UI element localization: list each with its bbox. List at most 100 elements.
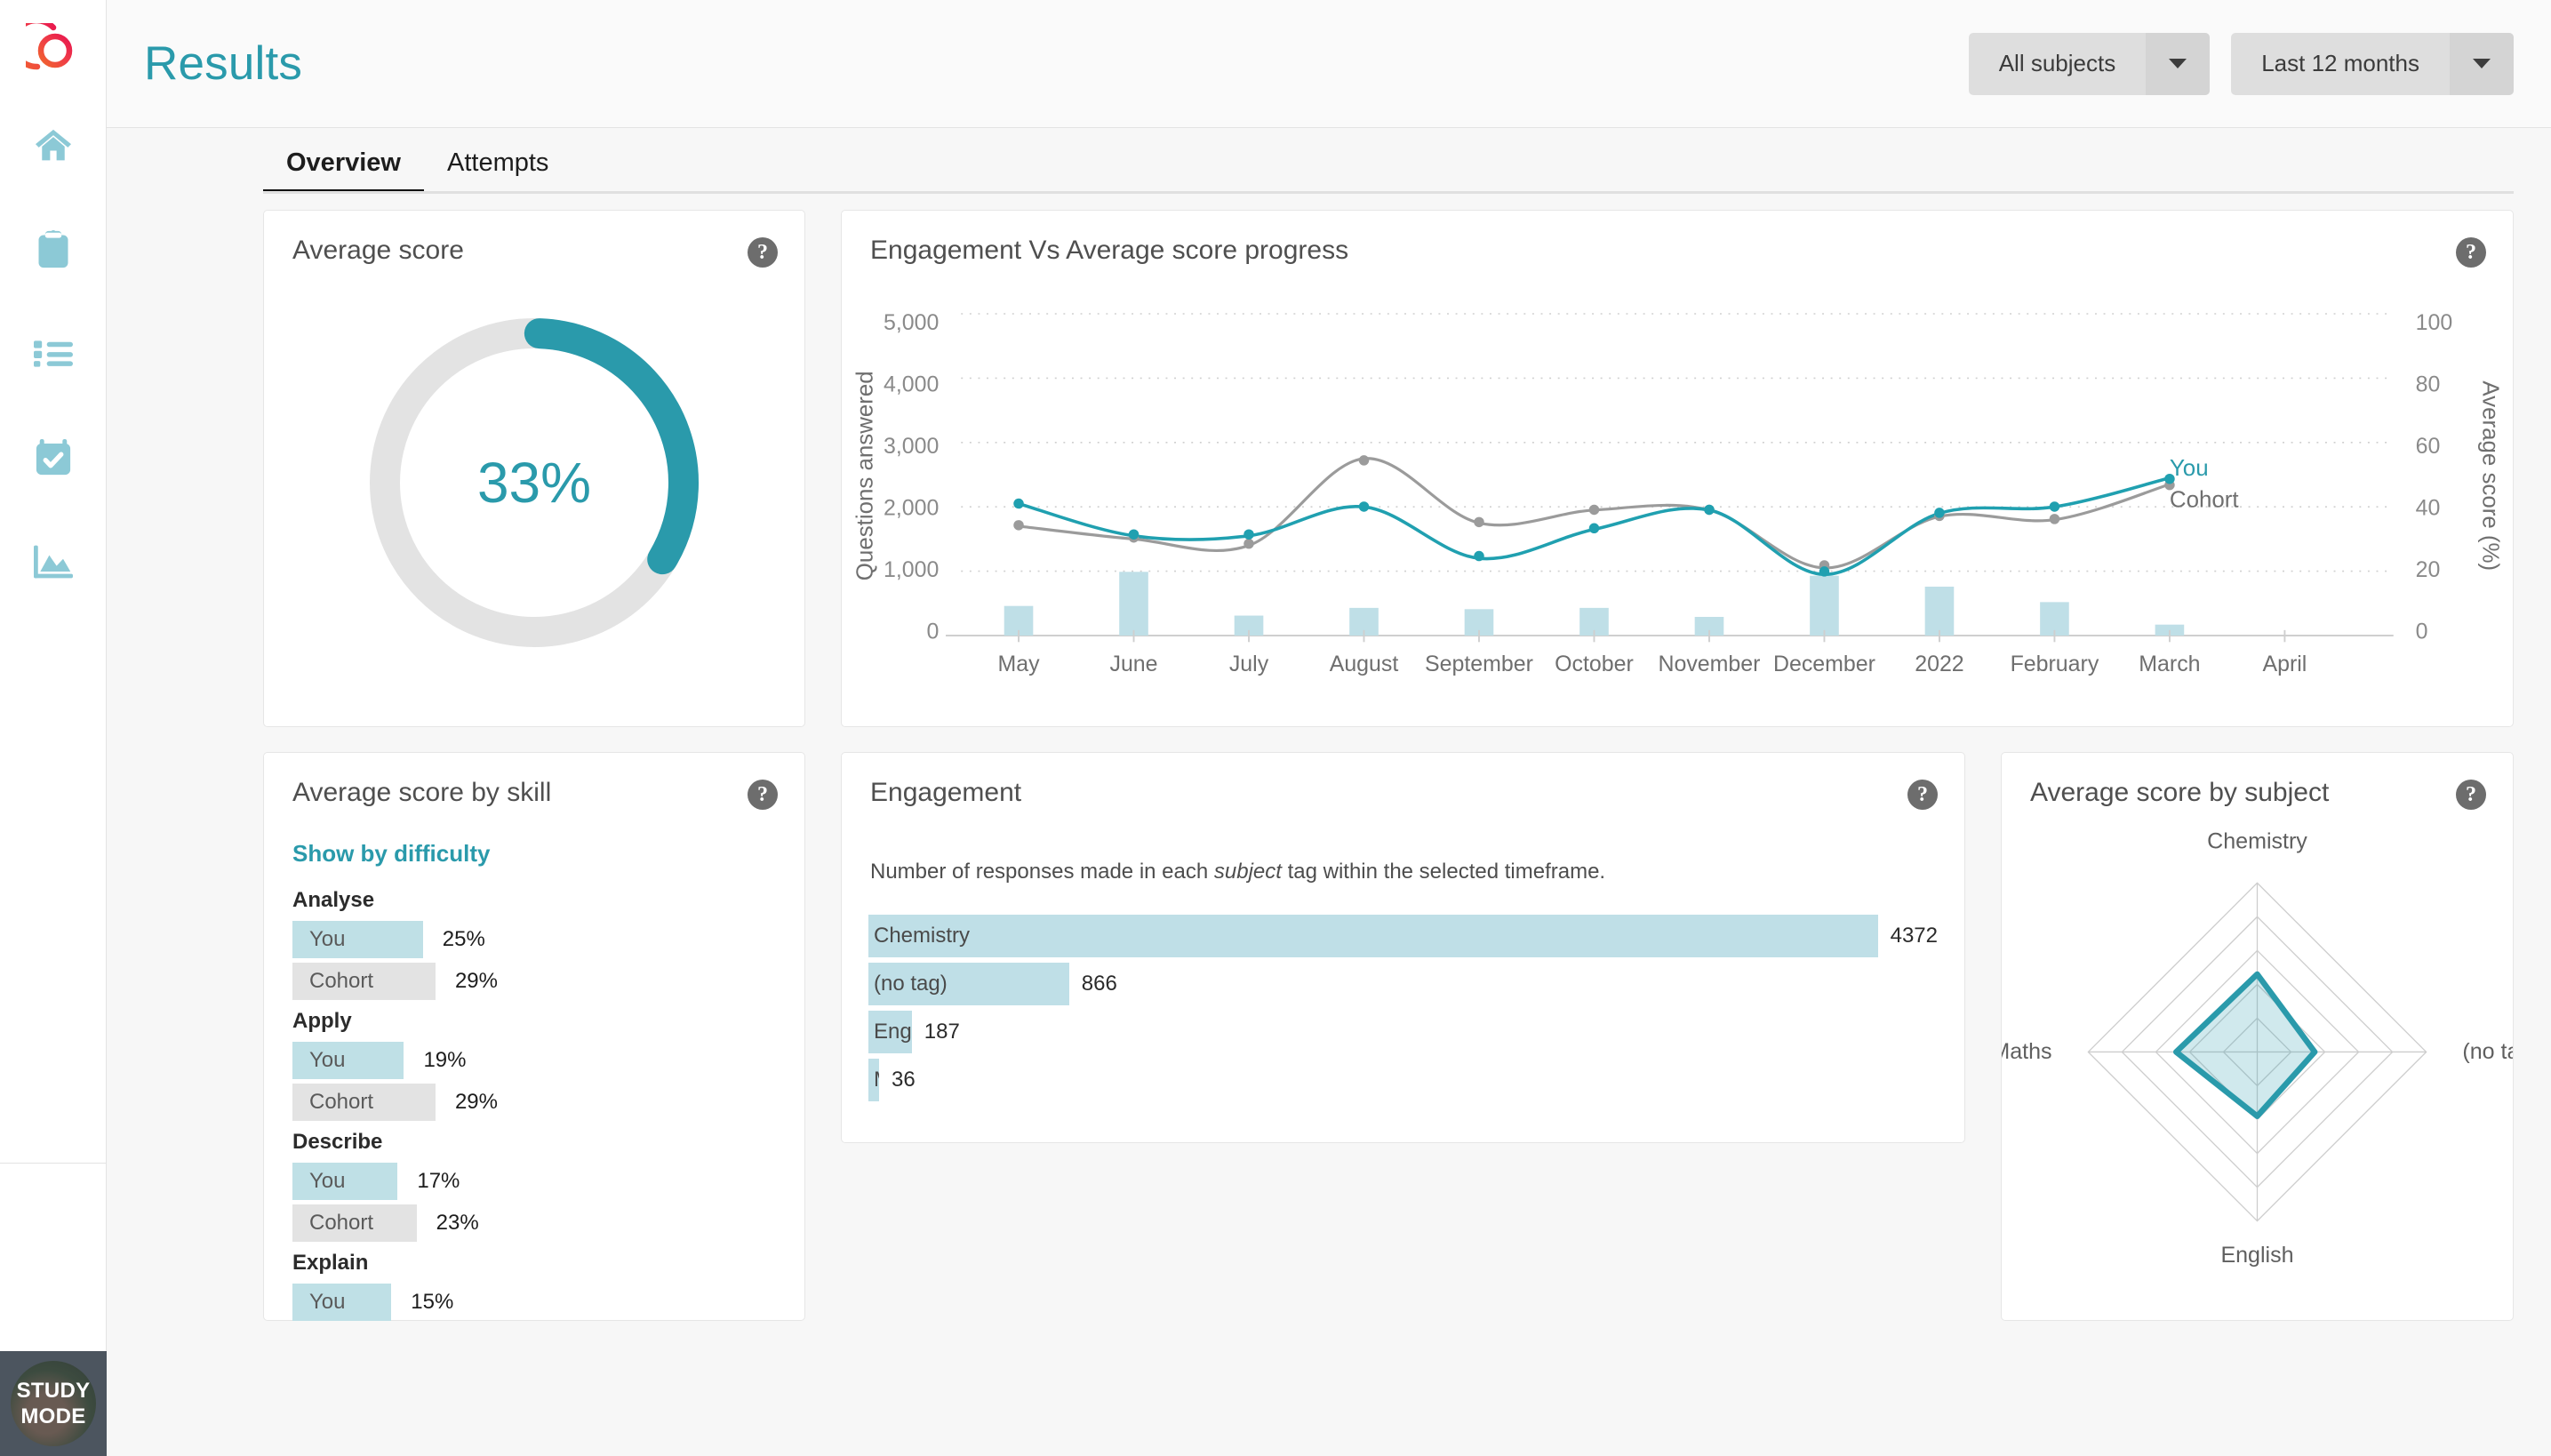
help-circle-icon[interactable]: ? [748, 780, 778, 810]
svg-text:September: September [1425, 652, 1533, 676]
svg-text:60: 60 [2416, 434, 2441, 459]
study-mode-badge[interactable]: STUDY MODE [0, 1351, 107, 1456]
calendar-check-icon [35, 439, 72, 476]
svg-text:August: August [1330, 652, 1399, 676]
skill-bar-you: You [292, 1042, 404, 1079]
topbar-filters: All subjects Last 12 months [1968, 32, 2514, 95]
card-title: Engagement [870, 778, 1022, 807]
card-title: Average score by skill [292, 778, 552, 807]
engagement-value: 866 [1081, 972, 1117, 996]
svg-text:December: December [1773, 652, 1875, 676]
sidebar-nav [25, 117, 82, 590]
dashboard-content: Average score ? 33% Engagement Vs Averag… [107, 194, 2551, 1456]
subject-filter-dropdown[interactable]: All subjects [1968, 32, 2211, 95]
help-circle-icon[interactable]: ? [2456, 237, 2486, 268]
skill-name: Analyse [292, 888, 375, 912]
svg-text:Chemistry: Chemistry [2207, 828, 2307, 853]
svg-text:4,000: 4,000 [884, 372, 939, 397]
engagement-value: 187 [924, 1020, 960, 1044]
page-title: Results [144, 37, 303, 90]
dashboard-row-1: Average score ? 33% Engagement Vs Averag… [263, 210, 2514, 727]
tabs-bar: Overview Attempts [107, 128, 2551, 194]
chevron-down-icon[interactable] [2146, 32, 2211, 95]
tab-attempts[interactable]: Attempts [424, 148, 572, 194]
sidebar-item-results[interactable] [25, 533, 82, 590]
card-title: Average score by subject [2030, 778, 2330, 807]
sidebar-item-planner[interactable] [25, 429, 82, 486]
svg-text:March: March [2139, 652, 2200, 676]
svg-text:2022: 2022 [1915, 652, 1963, 676]
svg-text:2,000: 2,000 [884, 496, 939, 521]
svg-text:5,000: 5,000 [884, 310, 939, 335]
sidebar-item-home[interactable] [25, 117, 82, 174]
average-score-card: Average score ? 33% [263, 210, 805, 727]
tab-overview[interactable]: Overview [263, 148, 424, 194]
engagement-vs-score-chart: 0 1,000 2,000 3,000 4,000 5,000 0 20 40 60 80 100 Ma… [842, 289, 2513, 726]
skill-bar-cohort: Cohort [292, 1204, 417, 1242]
skill-name: Explain [292, 1251, 369, 1275]
svg-text:80: 80 [2416, 372, 2441, 397]
engagement-bar: (no tag) [868, 963, 1069, 1005]
engagement-bar: English [868, 1011, 912, 1053]
skill-value: 15% [411, 1290, 454, 1314]
skill-bar-row: You 25% [292, 921, 776, 958]
skill-bar-row: Cohort 23% [292, 1204, 776, 1242]
engagement-value: 4372 [1890, 924, 1938, 948]
engagement-bar: Chemistry [868, 915, 1878, 957]
sidebar-item-assignments[interactable] [25, 221, 82, 278]
average-score-by-skill-card: Average score by skill ? Show by difficu… [263, 752, 805, 1321]
skill-list: Analyse You 25% Cohort 29% Apply You 19% Cohort 2… [292, 888, 776, 1330]
dashboard-row-2: Average score by skill ? Show by difficu… [263, 752, 2514, 1321]
card-title: Average score [292, 236, 464, 265]
engagement-description-pre: Number of responses made in each [870, 860, 1214, 884]
chart-area-icon [33, 545, 73, 579]
svg-text:1,000: 1,000 [884, 557, 939, 582]
help-circle-icon[interactable]: ? [2456, 780, 2486, 810]
sidebar-divider [0, 1163, 107, 1164]
skill-group: Describe You 17% Cohort 23% [292, 1130, 776, 1242]
period-filter-value: Last 12 months [2261, 50, 2419, 76]
skill-group: Analyse You 25% Cohort 29% [292, 888, 776, 1000]
svg-text:Questions answered: Questions answered [853, 371, 878, 580]
skill-bar-cohort: Cohort [292, 1084, 436, 1121]
skill-group: Explain You 15% [292, 1251, 776, 1321]
engagement-bar: Maths [868, 1059, 879, 1101]
engagement-bar-row: English 187 [868, 1011, 1938, 1053]
skill-bar-you: You [292, 1284, 392, 1321]
topbar: Results All subjects Last 12 months [107, 0, 2551, 128]
svg-text:Average score (%): Average score (%) [2477, 380, 2502, 571]
period-filter-dropdown[interactable]: Last 12 months [2231, 32, 2514, 95]
skill-value: 23% [436, 1211, 479, 1235]
svg-text:April: April [2262, 652, 2307, 676]
average-score-value: 33% [476, 451, 592, 515]
skill-bar-row: You 19% [292, 1042, 776, 1079]
svg-text:40: 40 [2416, 496, 2441, 521]
tabs-underline [263, 191, 2514, 194]
engagement-description-post: tag within the selected timeframe. [1281, 860, 1606, 884]
skill-bar-cohort: Cohort [292, 963, 436, 1000]
svg-text:May: May [997, 652, 1040, 676]
svg-text:3,000: 3,000 [884, 434, 939, 459]
brand-spiral-logo[interactable] [22, 20, 84, 82]
study-mode-line2: MODE [20, 1404, 86, 1428]
main-area: Results All subjects Last 12 months Over… [107, 0, 2551, 1456]
subject-filter-value: All subjects [1998, 50, 2116, 76]
skill-group: Apply You 19% Cohort 29% [292, 1009, 776, 1121]
show-by-difficulty-link[interactable]: Show by difficulty [292, 840, 490, 868]
svg-text:0: 0 [2416, 619, 2428, 644]
skill-value: 29% [454, 1090, 498, 1114]
help-circle-icon[interactable]: ? [748, 237, 778, 268]
help-circle-icon[interactable]: ? [1907, 780, 1938, 810]
skill-bar-row: Cohort 29% [292, 963, 776, 1000]
sidebar-item-tasks[interactable] [25, 325, 82, 382]
skill-bar-row: You 17% [292, 1163, 776, 1200]
svg-text:February: February [2011, 652, 2099, 676]
chevron-down-icon[interactable] [2450, 32, 2514, 95]
svg-text:0: 0 [926, 619, 939, 644]
engagement-description-emphasis: subject [1213, 860, 1282, 884]
skill-bar-you: You [292, 1163, 398, 1200]
engagement-bar-row: Maths 36 [868, 1059, 1938, 1101]
engagement-card: Engagement ? Number of responses made in… [841, 752, 1965, 1143]
svg-text:100: 100 [2416, 310, 2453, 335]
svg-text:English: English [2220, 1243, 2293, 1268]
